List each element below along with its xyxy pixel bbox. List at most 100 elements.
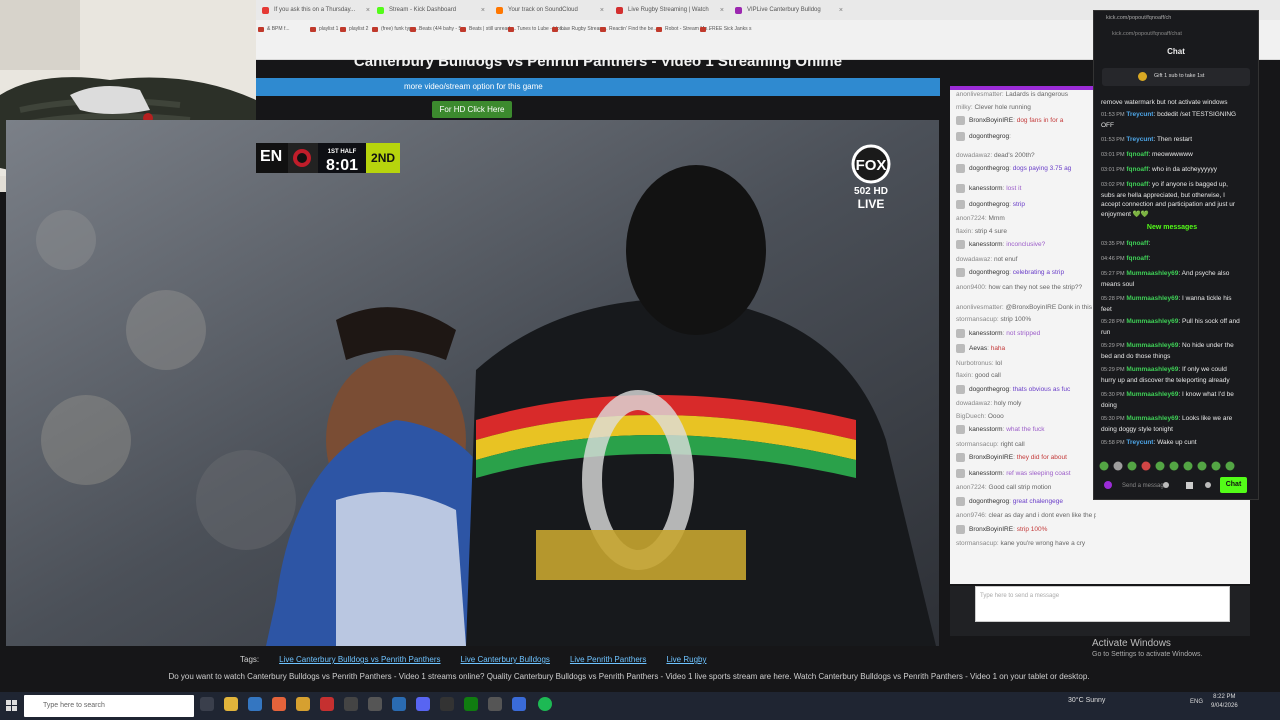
browser-tab[interactable]: Your track on SoundCloud × — [492, 2, 607, 18]
taskbar-search[interactable]: Type here to search — [24, 695, 194, 717]
app-icon[interactable] — [488, 697, 502, 711]
tag-link[interactable]: Live Rugby — [666, 655, 706, 664]
site-chat-message: kanesstorm: lost it — [956, 184, 1096, 193]
chat-username[interactable]: Aevas — [969, 345, 987, 352]
kick-username[interactable]: fqnoaff — [1126, 240, 1148, 247]
kick-username[interactable]: fqnoaff — [1126, 255, 1148, 262]
chat-username[interactable]: dowadawaz — [956, 256, 990, 263]
obs-icon[interactable] — [320, 697, 334, 711]
chat-username[interactable]: stormansacup — [956, 441, 997, 448]
chat-username[interactable]: kanesstorm — [969, 470, 1003, 477]
kick-username[interactable]: Treycunt — [1126, 439, 1153, 446]
kick-username[interactable]: fqnoaff — [1126, 181, 1148, 188]
app-icon[interactable] — [344, 697, 358, 711]
file-explorer-icon[interactable] — [224, 697, 238, 711]
bookmark-item[interactable]: playlist 1 — [310, 26, 338, 32]
bookmark-item[interactable]: Beats (4/4 bahy - 5... — [410, 26, 465, 32]
language-indicator[interactable]: ENG — [1190, 699, 1203, 705]
more-streams-link[interactable]: more video/stream option for this game — [256, 78, 940, 96]
chat-username[interactable]: flaxin — [956, 372, 971, 379]
chat-username[interactable]: dogonthegrog — [969, 269, 1009, 276]
kick-username[interactable]: Mummaashley69 — [1126, 342, 1178, 349]
tab-close-icon[interactable]: × — [600, 7, 604, 14]
kick-username[interactable]: fqnoaff — [1126, 166, 1148, 173]
bookmark-item[interactable]: playlist 2 — [340, 26, 368, 32]
chat-username[interactable]: kanesstorm — [969, 426, 1003, 433]
bookmark-item[interactable]: Reactin' Find the be... — [600, 26, 657, 32]
browser-tab[interactable]: VIPLive Canterbury Bulldog × — [731, 2, 846, 18]
bookmark-item[interactable]: & BPM f... — [258, 26, 290, 32]
task-view-icon[interactable] — [200, 697, 214, 711]
popup-chat-button[interactable]: Chat — [1220, 477, 1247, 493]
app-icon[interactable] — [440, 697, 454, 711]
weather-widget[interactable]: 30°C Sunny — [1068, 697, 1105, 704]
browser-tab[interactable]: If you ask this on a Thursday... × — [258, 2, 373, 18]
chat-username[interactable]: anon9746 — [956, 512, 985, 519]
kick-username[interactable]: Mummaashley69 — [1126, 318, 1178, 325]
chrome-icon[interactable] — [272, 697, 286, 711]
app-icon[interactable] — [296, 697, 310, 711]
kick-username[interactable]: Mummaashley69 — [1126, 415, 1178, 422]
chat-username[interactable]: anon9400 — [956, 284, 985, 291]
kick-username[interactable]: Mummaashley69 — [1126, 391, 1178, 398]
kick-username[interactable]: Mummaashley69 — [1126, 270, 1178, 277]
tab-close-icon[interactable]: × — [839, 7, 843, 14]
taskbar-clock[interactable]: 8:22 PM 9/04/2026 — [1211, 693, 1238, 711]
kick-username[interactable]: Treycunt — [1126, 136, 1153, 143]
chat-username[interactable]: kanesstorm — [969, 330, 1003, 337]
chat-username[interactable]: anon7224 — [956, 215, 985, 222]
chat-text: lost it — [1006, 185, 1022, 193]
video-player[interactable] — [6, 120, 939, 646]
chat-username[interactable]: dogonthegrog — [969, 498, 1009, 505]
tab-close-icon[interactable]: × — [481, 7, 485, 14]
browser-tab[interactable]: Live Rugby Streaming | Watch × — [612, 2, 727, 18]
browser-tab[interactable]: Stream - Kick Dashboard × — [373, 2, 488, 18]
chat-username[interactable]: BronxBoyinIRE — [969, 526, 1013, 533]
emote-row[interactable] — [1098, 459, 1253, 471]
app-icon[interactable] — [512, 697, 526, 711]
chat-username[interactable]: anonlivesmatter — [956, 304, 1002, 311]
tab-close-icon[interactable]: × — [366, 7, 370, 14]
bookmark-item[interactable]: FREE Sick Janks s — [700, 26, 752, 32]
windows-start-icon[interactable] — [6, 699, 18, 717]
chat-username[interactable]: dogonthegrog — [969, 201, 1009, 208]
chat-username[interactable]: dogonthegrog — [969, 165, 1009, 172]
kick-username[interactable]: Mummaashley69 — [1126, 295, 1178, 302]
tag-link[interactable]: Live Penrith Panthers — [570, 655, 647, 664]
discord-icon[interactable] — [416, 697, 430, 711]
edge-icon[interactable] — [248, 697, 262, 711]
tag-link[interactable]: Live Canterbury Bulldogs — [461, 655, 550, 664]
chat-username[interactable]: dogonthegrog — [969, 133, 1009, 140]
kick-username[interactable]: Treycunt — [1126, 111, 1153, 118]
chat-username[interactable]: dowadawaz — [956, 400, 990, 407]
chat-username[interactable]: anonlivesmatter — [956, 91, 1002, 98]
hd-button[interactable]: For HD Click Here — [432, 101, 512, 118]
chat-username[interactable]: flaxin — [956, 228, 971, 235]
app-icon[interactable] — [368, 697, 382, 711]
fox-channel: 502 HD — [854, 186, 888, 197]
chat-username[interactable]: dowadawaz — [956, 152, 990, 159]
chat-username[interactable]: Nurbotronus — [956, 360, 992, 367]
tab-favicon-icon — [735, 6, 742, 14]
bookmark-icon — [552, 26, 558, 32]
chat-username[interactable]: stormansacup — [956, 316, 997, 323]
chat-username[interactable]: dogonthegrog — [969, 386, 1009, 393]
chat-username[interactable]: stormansacup — [956, 540, 997, 547]
chat-username[interactable]: BronxBoyinIRE — [969, 117, 1013, 124]
xbox-icon[interactable] — [464, 697, 478, 711]
chat-username[interactable]: anon7224 — [956, 484, 985, 491]
chat-username[interactable]: kanesstorm — [969, 185, 1003, 192]
chat-text: strip — [1012, 200, 1026, 208]
chat-username[interactable]: BigDuech — [956, 413, 984, 420]
spotify-icon[interactable] — [538, 697, 552, 711]
tab-close-icon[interactable]: × — [720, 7, 724, 14]
gift-sub-banner[interactable]: Gift 1 sub to take 1st — [1102, 68, 1250, 86]
site-chat-input[interactable]: Type here to send a message — [975, 586, 1230, 622]
tag-link[interactable]: Live Canterbury Bulldogs vs Penrith Pant… — [279, 655, 440, 664]
kick-username[interactable]: Mummaashley69 — [1126, 366, 1178, 373]
chat-username[interactable]: BronxBoyinIRE — [969, 454, 1013, 461]
kick-username[interactable]: fqnoaff — [1126, 151, 1148, 158]
chat-username[interactable]: kanesstorm — [969, 241, 1003, 248]
steam-icon[interactable] — [392, 697, 406, 711]
chat-username[interactable]: milky — [956, 104, 971, 111]
